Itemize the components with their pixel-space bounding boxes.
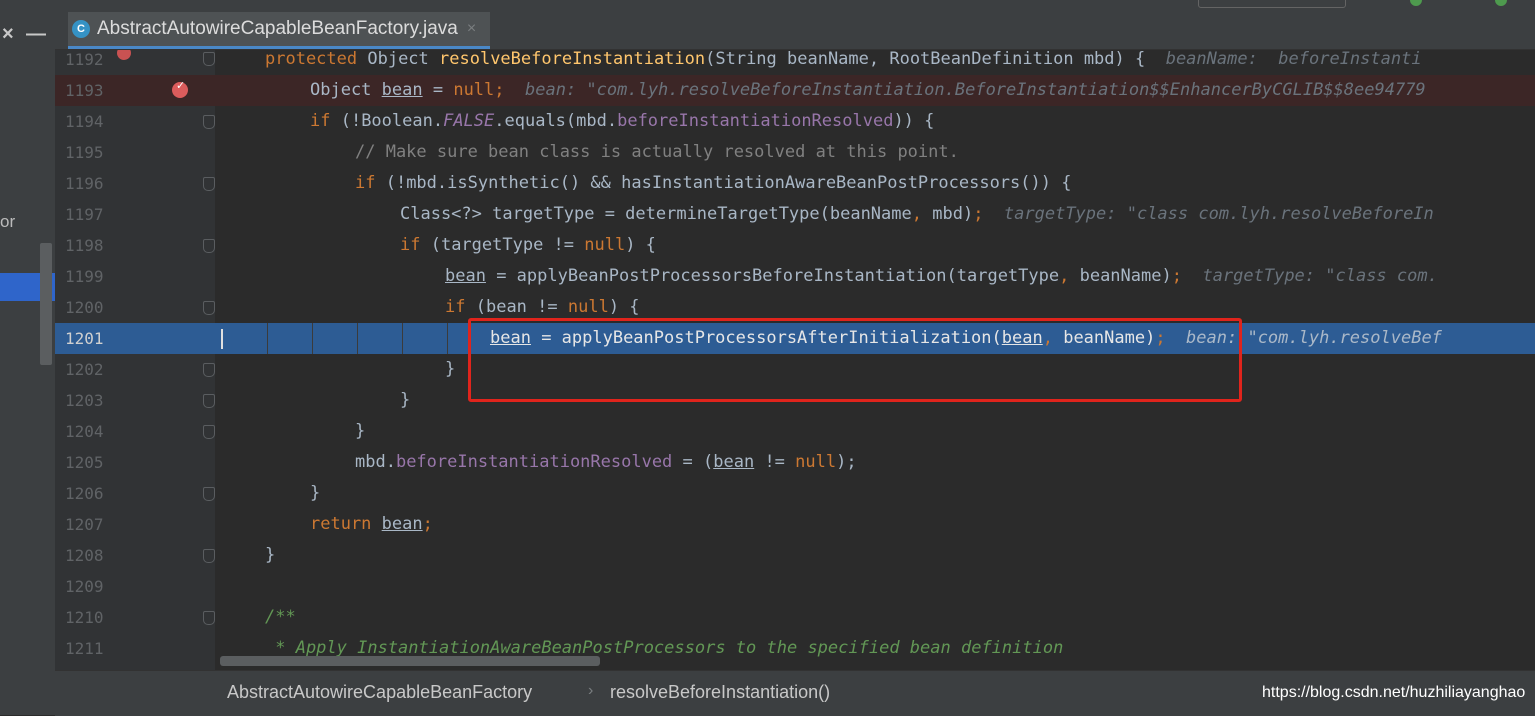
- code-line[interactable]: 1210 /**: [55, 602, 1535, 633]
- breadcrumb-method[interactable]: resolveBeforeInstantiation(): [610, 682, 830, 703]
- fold-marker-icon[interactable]: [203, 363, 215, 377]
- code-text: Object bean = null; bean: "com.lyh.resol…: [310, 80, 1426, 100]
- line-number: 1198: [65, 236, 104, 255]
- breadcrumb-class[interactable]: AbstractAutowireCapableBeanFactory: [227, 682, 532, 703]
- code-line[interactable]: 1206 }: [55, 478, 1535, 509]
- indent-guide: [447, 323, 448, 354]
- line-number: 1200: [65, 298, 104, 317]
- line-number: 1194: [65, 112, 104, 131]
- code-line[interactable]: 1207 return bean;: [55, 509, 1535, 540]
- tab-close-icon[interactable]: ×: [467, 20, 476, 38]
- run-icon[interactable]: [1410, 0, 1422, 6]
- code-text: mbd.beforeInstantiationResolved = (bean …: [355, 452, 857, 472]
- indent-guide: [312, 323, 313, 354]
- fold-marker-icon[interactable]: [203, 549, 215, 563]
- annotation-highlight-box: [468, 318, 1242, 402]
- line-number: 1208: [65, 546, 104, 565]
- code-text: if (!Boolean.FALSE.equals(mbd.beforeInst…: [310, 111, 935, 131]
- code-line[interactable]: 1192 protected Object resolveBeforeInsta…: [55, 50, 1535, 75]
- code-line[interactable]: 1209: [55, 571, 1535, 602]
- code-text: bean = applyBeanPostProcessorsBeforeInst…: [445, 266, 1438, 286]
- close-icon[interactable]: ×: [2, 22, 14, 46]
- debug-icon[interactable]: [1495, 0, 1507, 6]
- minimize-icon[interactable]: —: [26, 22, 46, 46]
- code-text: if (!mbd.isSynthetic() && hasInstantiati…: [355, 173, 1072, 193]
- fold-marker-icon[interactable]: [203, 301, 215, 315]
- code-text: }: [310, 483, 321, 503]
- line-number: 1211: [65, 639, 104, 658]
- code-line[interactable]: 1196 if (!mbd.isSynthetic() && hasInstan…: [55, 168, 1535, 199]
- javadoc-text: /**: [265, 607, 296, 627]
- code-line[interactable]: 1198 if (targetType != null) {: [55, 230, 1535, 261]
- horizontal-scrollbar[interactable]: [220, 656, 600, 666]
- indent-guide: [267, 323, 268, 354]
- editor-tab-bar: C AbstractAutowireCapableBeanFactory.jav…: [55, 12, 1535, 50]
- editor-tab[interactable]: C AbstractAutowireCapableBeanFactory.jav…: [68, 12, 491, 49]
- fold-marker-icon[interactable]: [203, 239, 215, 253]
- indent-guide: [402, 323, 403, 354]
- fold-marker-icon[interactable]: [203, 115, 215, 129]
- code-text: }: [445, 359, 456, 379]
- line-number: 1204: [65, 422, 104, 441]
- code-text: if (targetType != null) {: [400, 235, 656, 255]
- fold-marker-icon[interactable]: [203, 394, 215, 408]
- code-text: protected Object resolveBeforeInstantiat…: [265, 50, 1422, 69]
- code-line[interactable]: 1197 Class<?> targetType = determineTarg…: [55, 199, 1535, 230]
- code-line-breakpoint[interactable]: 1193 Object bean = null; bean: "com.lyh.…: [55, 75, 1535, 106]
- fold-marker-icon[interactable]: [203, 52, 215, 66]
- fold-marker-icon[interactable]: [203, 177, 215, 191]
- run-config-selector[interactable]: [1198, 0, 1346, 8]
- text-caret: [221, 329, 223, 349]
- code-line[interactable]: 1195 // Make sure bean class is actually…: [55, 137, 1535, 168]
- code-text: }: [355, 421, 366, 441]
- line-number: 1197: [65, 205, 104, 224]
- line-number: 1193: [65, 81, 104, 100]
- watermark-url: https://blog.csdn.net/huzhiliayanghao: [1262, 684, 1526, 701]
- line-number: 1210: [65, 608, 104, 627]
- fold-marker-icon[interactable]: [203, 425, 215, 439]
- chevron-right-icon: ›: [588, 682, 594, 699]
- line-number: 1203: [65, 391, 104, 410]
- fold-marker-icon[interactable]: [203, 487, 215, 501]
- line-number: 1196: [65, 174, 104, 193]
- code-text: }: [400, 390, 411, 410]
- code-line[interactable]: 1199 bean = applyBeanPostProcessorsBefor…: [55, 261, 1535, 292]
- line-number: 1201: [65, 329, 104, 348]
- code-comment: // Make sure bean class is actually reso…: [355, 142, 959, 162]
- line-number: 1205: [65, 453, 104, 472]
- panel-scrollbar[interactable]: [40, 243, 52, 365]
- panel-truncated-label: or: [0, 212, 16, 231]
- line-number: 1207: [65, 515, 104, 534]
- tab-filename: AbstractAutowireCapableBeanFactory.java: [97, 18, 458, 39]
- line-number: 1195: [65, 143, 104, 162]
- java-class-icon: C: [72, 20, 90, 38]
- line-number: 1206: [65, 484, 104, 503]
- breakpoint-icon[interactable]: [172, 79, 188, 98]
- project-panel: × — or: [0, 12, 55, 715]
- code-text: }: [265, 545, 276, 565]
- code-text: return bean;: [310, 514, 433, 534]
- line-number: 1199: [65, 267, 104, 286]
- code-text: Class<?> targetType = determineTargetTyp…: [400, 204, 1434, 224]
- code-line[interactable]: 1208 }: [55, 540, 1535, 571]
- line-number: 1202: [65, 360, 104, 379]
- window-top-strip: [0, 0, 1535, 12]
- fold-marker-icon[interactable]: [203, 611, 215, 625]
- indent-guide: [357, 323, 358, 354]
- code-line[interactable]: 1194 if (!Boolean.FALSE.equals(mbd.befor…: [55, 106, 1535, 137]
- line-number: 1209: [65, 577, 104, 596]
- code-line[interactable]: 1205 mbd.beforeInstantiationResolved = (…: [55, 447, 1535, 478]
- code-line[interactable]: 1204 }: [55, 416, 1535, 447]
